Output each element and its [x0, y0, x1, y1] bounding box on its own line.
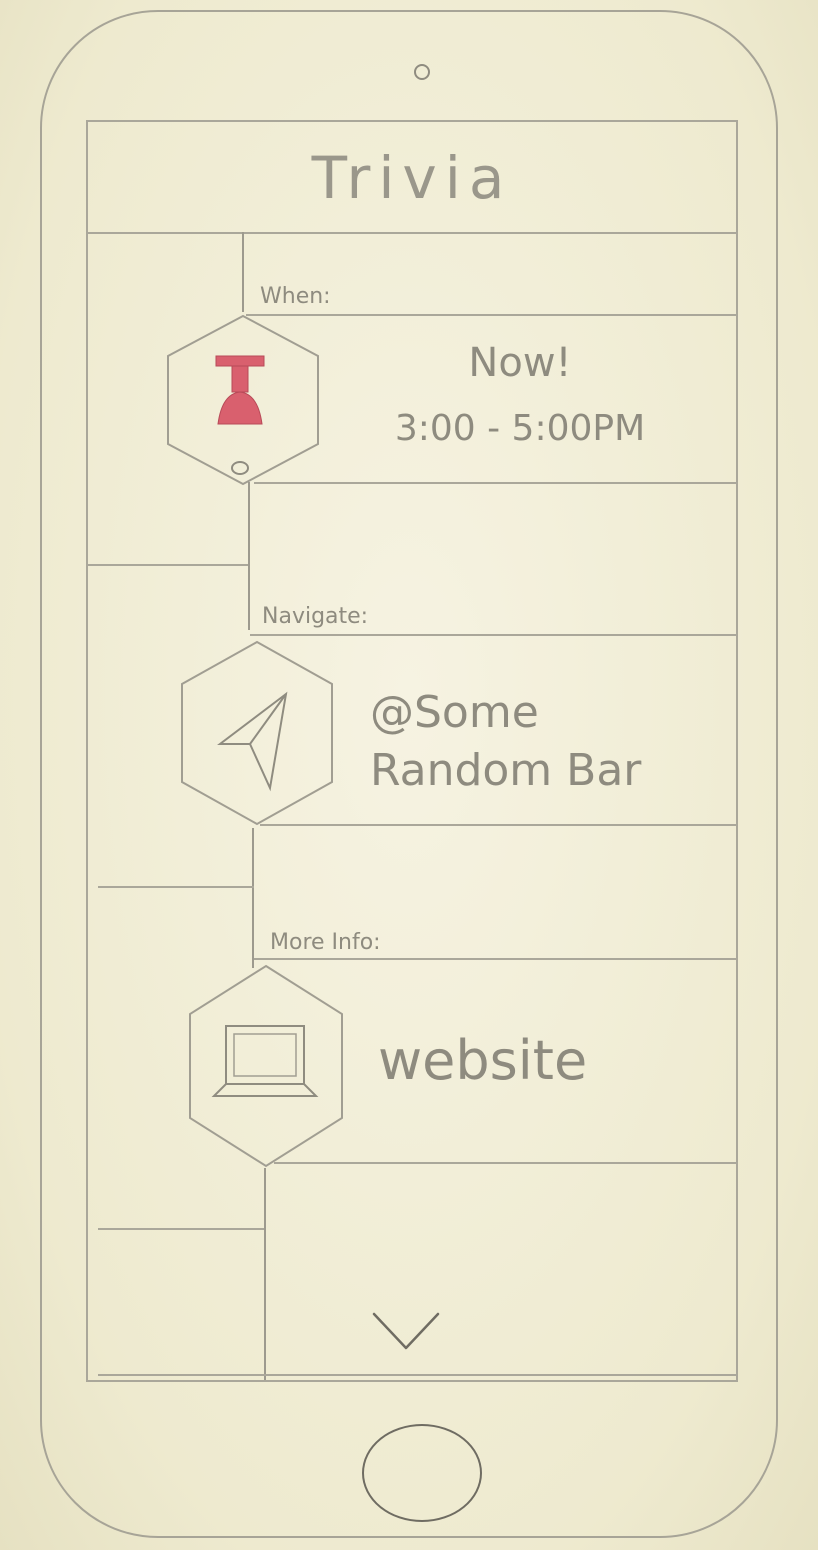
timeline-line: [248, 482, 250, 630]
timeline-line: [264, 1168, 266, 1380]
row-divider: [98, 1374, 736, 1376]
chevron-down-icon[interactable]: [370, 1308, 442, 1354]
camera-icon: [414, 64, 430, 80]
when-hexagon[interactable]: [158, 312, 328, 488]
section-top-border: [254, 958, 736, 960]
phone-screen: Trivia When: Now! 3:00 - 5:00PM Navigate…: [86, 120, 738, 1382]
row-divider: [98, 886, 254, 888]
row-divider: [88, 564, 248, 566]
section-label-navigate: Navigate:: [262, 604, 369, 629]
when-time-text: 3:00 - 5:00PM: [394, 408, 646, 449]
sketch-canvas: Trivia When: Now! 3:00 - 5:00PM Navigate…: [0, 0, 818, 1550]
section-label-more-info: More Info:: [270, 930, 381, 955]
more-info-hexagon[interactable]: [180, 962, 352, 1170]
website-link[interactable]: website: [378, 1029, 587, 1092]
row-divider: [98, 1228, 264, 1230]
timeline-line: [252, 828, 254, 968]
page-title: Trivia: [311, 144, 513, 212]
location-name-line2[interactable]: Random Bar: [370, 745, 641, 797]
laptop-icon: [211, 1025, 319, 1097]
timeline-line: [242, 232, 244, 312]
section-label-when: When:: [260, 284, 331, 309]
home-button[interactable]: [362, 1424, 482, 1522]
navigation-arrow-icon: [217, 691, 288, 792]
navigate-hexagon[interactable]: [172, 638, 342, 828]
section-top-border: [250, 634, 736, 636]
location-name-line1[interactable]: @Some: [370, 687, 539, 739]
pin-icon: [215, 355, 265, 475]
when-now-text: Now!: [468, 340, 572, 386]
header-divider: [88, 232, 736, 234]
